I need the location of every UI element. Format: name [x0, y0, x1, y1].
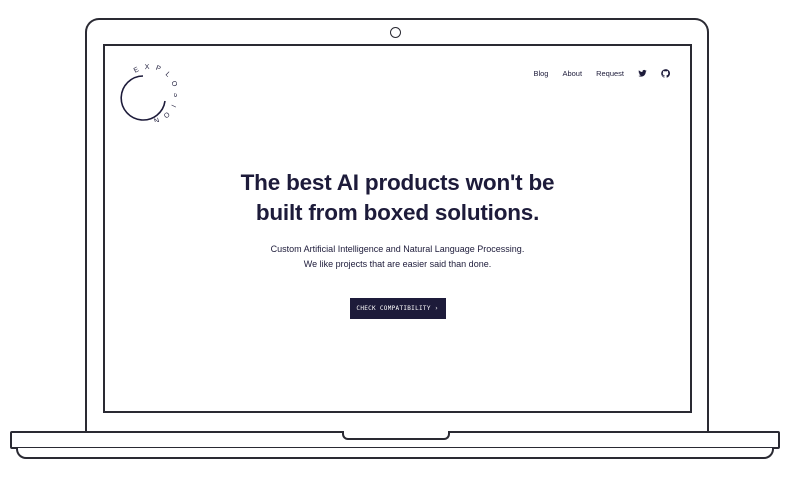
logo-letter: I [169, 103, 176, 108]
camera-icon [390, 27, 401, 38]
logo-letter: P [155, 65, 162, 73]
nav-link-request[interactable]: Request [596, 69, 624, 78]
logo-letter: O [169, 80, 177, 88]
logo-letter: E [133, 66, 141, 75]
nav-link-blog[interactable]: Blog [533, 69, 548, 78]
hero-headline: The best AI products won't be built from… [105, 168, 690, 228]
twitter-icon[interactable] [638, 69, 647, 78]
laptop-mockup: EXPLOSION Blog About Request The best AI… [0, 0, 800, 500]
logo-letter: S [172, 92, 177, 97]
laptop-base-bottom [16, 448, 774, 459]
logo-letter: L [164, 71, 172, 79]
logo-letter: O [161, 110, 170, 119]
hero-subtext: Custom Artificial Intelligence and Natur… [105, 242, 690, 272]
nav-link-about[interactable]: About [562, 69, 582, 78]
laptop-screen: EXPLOSION Blog About Request The best AI… [103, 44, 692, 413]
top-nav: Blog About Request [533, 69, 670, 78]
explosion-logo[interactable]: E X PLOSION [115, 60, 177, 122]
headline-line-2: built from boxed solutions. [255, 200, 540, 225]
github-icon[interactable] [661, 69, 670, 78]
hero-section: The best AI products won't be built from… [105, 168, 690, 319]
logo-letter: X [145, 64, 150, 71]
subtext-line-2: We like projects that are easier said th… [303, 259, 492, 269]
laptop-notch [342, 431, 450, 440]
check-compatibility-button[interactable]: CHECK COMPATIBILITY › [349, 298, 446, 319]
headline-line-1: The best AI products won't be [240, 170, 555, 195]
subtext-line-1: Custom Artificial Intelligence and Natur… [270, 244, 525, 254]
